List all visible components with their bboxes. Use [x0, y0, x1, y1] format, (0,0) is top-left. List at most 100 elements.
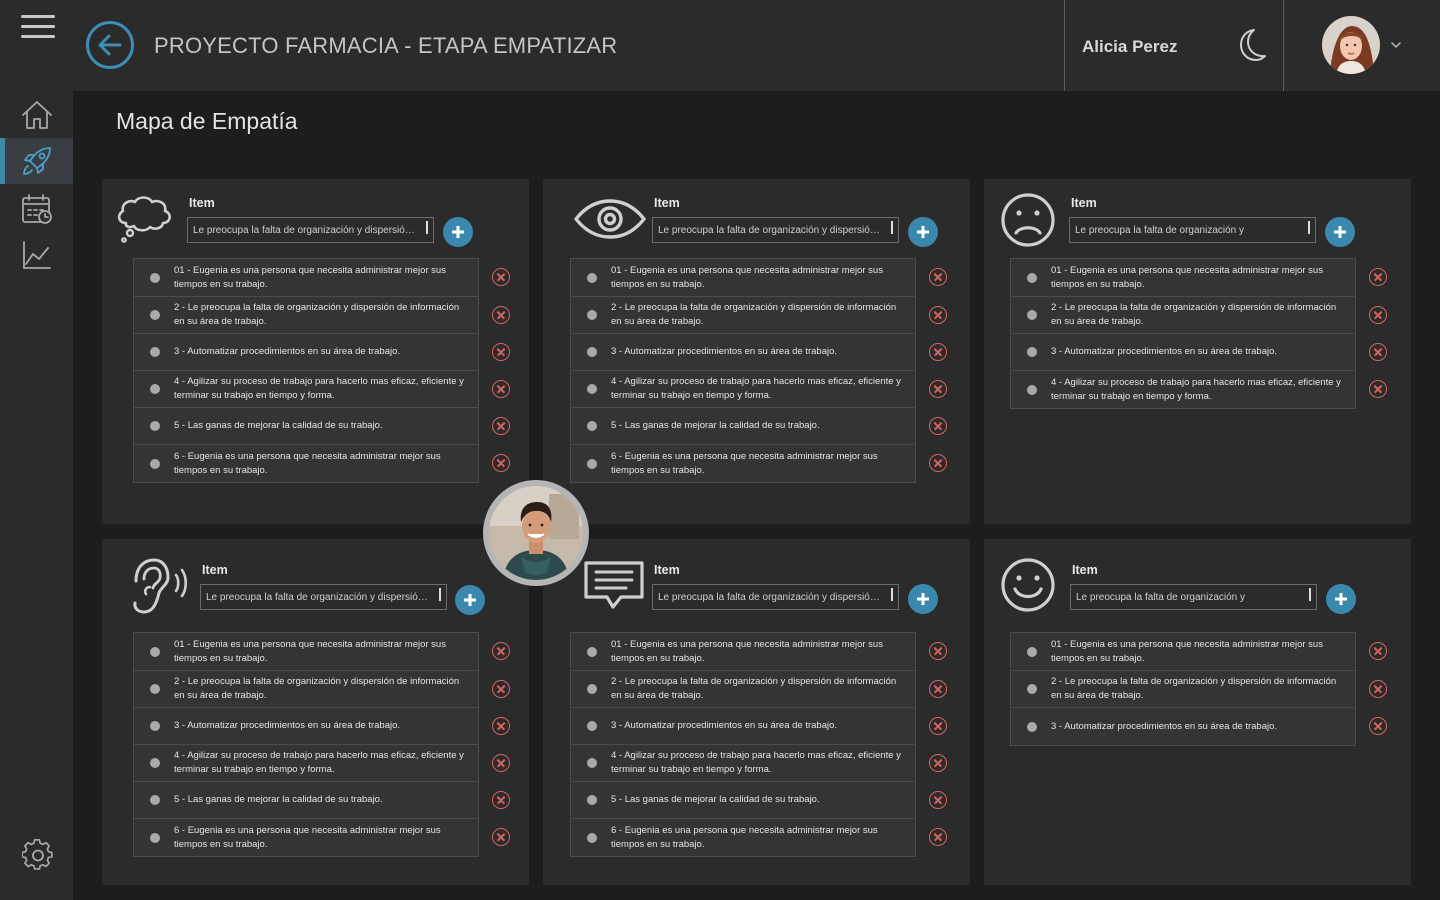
list-item[interactable]: 2 - Le preocupa la falta de organización… — [134, 671, 478, 708]
remove-item-icon[interactable] — [929, 268, 947, 286]
remove-item-icon[interactable] — [492, 680, 510, 698]
gear-icon[interactable] — [21, 838, 54, 871]
add-item-button[interactable] — [443, 217, 473, 247]
remove-item-icon[interactable] — [492, 343, 510, 361]
list-item[interactable]: 2 - Le preocupa la falta de organización… — [134, 297, 478, 334]
list-item[interactable]: 01 - Eugenia es una persona que necesita… — [571, 259, 915, 297]
list-item[interactable]: 01 - Eugenia es una persona que necesita… — [1011, 633, 1355, 671]
add-item-button[interactable] — [1325, 217, 1355, 247]
list-item[interactable]: 01 - Eugenia es una persona que necesita… — [134, 633, 478, 671]
list-item[interactable]: 4 - Agilizar su proceso de trabajo para … — [134, 745, 478, 782]
list-item[interactable]: 6 - Eugenia es una persona que necesita … — [571, 819, 915, 856]
moon-icon[interactable] — [1235, 27, 1269, 63]
sidebar-item-dashboard[interactable] — [0, 186, 73, 232]
add-item-button[interactable] — [455, 585, 485, 615]
list-item-text: 01 - Eugenia es una persona que necesita… — [611, 638, 883, 664]
remove-item-icon[interactable] — [492, 791, 510, 809]
list-item[interactable]: 3 - Automatizar procedimientos en su áre… — [1011, 334, 1355, 371]
list-item[interactable]: 01 - Eugenia es una persona que necesita… — [571, 633, 915, 671]
list-item[interactable]: 01 - Eugenia es una persona que necesita… — [134, 259, 478, 297]
remove-item-icon[interactable] — [929, 642, 947, 660]
remove-item-icon[interactable] — [492, 828, 510, 846]
list-item[interactable]: 4 - Agilizar su proceso de trabajo para … — [571, 371, 915, 408]
list-item[interactable]: 3 - Automatizar procedimientos en su áre… — [134, 334, 478, 371]
bullet-icon — [587, 832, 597, 843]
item-input[interactable]: Le preocupa la falta de organización y d… — [200, 584, 447, 610]
remove-item-icon[interactable] — [1369, 268, 1387, 286]
list-item[interactable]: 6 - Eugenia es una persona que necesita … — [134, 445, 478, 482]
list-item[interactable]: 2 - Le preocupa la falta de organización… — [1011, 297, 1355, 334]
list-item[interactable]: 4 - Agilizar su proceso de trabajo para … — [571, 745, 915, 782]
text-caret — [1309, 588, 1311, 601]
remove-item-icon[interactable] — [1369, 380, 1387, 398]
list-item[interactable]: 4 - Agilizar su proceso de trabajo para … — [1011, 371, 1355, 408]
text-caret — [891, 221, 893, 234]
avatar[interactable] — [1322, 16, 1380, 74]
sidebar-item-home[interactable] — [0, 92, 73, 138]
list-item[interactable]: 4 - Agilizar su proceso de trabajo para … — [134, 371, 478, 408]
add-item-button[interactable] — [1326, 584, 1356, 614]
item-input[interactable]: Le preocupa la falta de organización y — [1070, 584, 1317, 610]
persona-avatar — [483, 480, 589, 586]
remove-item-icon[interactable] — [929, 380, 947, 398]
item-input[interactable]: Le preocupa la falta de organización y d… — [187, 217, 434, 243]
list-item[interactable]: 2 - Le preocupa la falta de organización… — [571, 297, 915, 334]
remove-item-icon[interactable] — [1369, 306, 1387, 324]
text-caret — [439, 588, 441, 601]
section-title: Mapa de Empatía — [116, 108, 298, 134]
remove-item-icon[interactable] — [492, 454, 510, 472]
list-item[interactable]: 2 - Le preocupa la falta de organización… — [571, 671, 915, 708]
remove-item-icon[interactable] — [492, 380, 510, 398]
list-item-text: 01 - Eugenia es una persona que necesita… — [1051, 264, 1323, 290]
add-item-button[interactable] — [908, 584, 938, 614]
list-item[interactable]: 6 - Eugenia es una persona que necesita … — [571, 445, 915, 482]
remove-item-icon[interactable] — [929, 717, 947, 735]
bullet-icon — [1027, 310, 1037, 320]
remove-item-icon[interactable] — [492, 717, 510, 735]
list-item[interactable]: 01 - Eugenia es una persona que necesita… — [1011, 259, 1355, 297]
remove-item-icon[interactable] — [929, 306, 947, 324]
list-item[interactable]: 3 - Automatizar procedimientos en su áre… — [571, 708, 915, 745]
remove-item-icon[interactable] — [1369, 642, 1387, 660]
remove-item-icon[interactable] — [929, 791, 947, 809]
hamburger-menu-icon[interactable] — [21, 15, 55, 41]
remove-item-icon[interactable] — [929, 454, 947, 472]
remove-item-icon[interactable] — [492, 306, 510, 324]
sidebar-item-analytics[interactable] — [0, 232, 73, 278]
remove-item-icon[interactable] — [492, 417, 510, 435]
add-item-button[interactable] — [908, 217, 938, 247]
remove-item-icon[interactable] — [1369, 343, 1387, 361]
remove-item-icon[interactable] — [929, 680, 947, 698]
remove-item-icon[interactable] — [1369, 717, 1387, 735]
item-label: Item — [202, 563, 228, 577]
sidebar-item-projects[interactable] — [0, 138, 73, 184]
remove-item-icon[interactable] — [492, 754, 510, 772]
item-input[interactable]: Le preocupa la falta de organización y d… — [652, 217, 899, 243]
empathy-panel-ganancias: Item Le preocupa la falta de organización… — [984, 539, 1411, 885]
remove-item-icon[interactable] — [929, 343, 947, 361]
bullet-icon — [1027, 684, 1037, 694]
item-label: Item — [189, 196, 215, 210]
list-item[interactable]: 3 - Automatizar procedimientos en su áre… — [134, 708, 478, 745]
chevron-down-icon[interactable] — [1389, 38, 1403, 50]
remove-item-icon[interactable] — [492, 268, 510, 286]
item-input[interactable]: Le preocupa la falta de organización y d… — [652, 584, 899, 610]
list-item[interactable]: 3 - Automatizar procedimientos en su áre… — [571, 334, 915, 371]
list-item-text: 3 - Automatizar procedimientos en su áre… — [611, 720, 838, 731]
list-item[interactable]: 5 - Las ganas de mejorar la calidad de s… — [134, 408, 478, 445]
list-item[interactable]: 3 - Automatizar procedimientos en su áre… — [1011, 708, 1355, 745]
text-caret — [1308, 221, 1310, 234]
remove-item-icon[interactable] — [929, 754, 947, 772]
list-item[interactable]: 5 - Las ganas de mejorar la calidad de s… — [134, 782, 478, 819]
item-input[interactable]: Le preocupa la falta de organización y — [1069, 217, 1316, 243]
remove-item-icon[interactable] — [492, 642, 510, 660]
remove-item-icon[interactable] — [929, 417, 947, 435]
list-item[interactable]: 5 - Las ganas de mejorar la calidad de s… — [571, 408, 915, 445]
list-item[interactable]: 5 - Las ganas de mejorar la calidad de s… — [571, 782, 915, 819]
list-item-text: 5 - Las ganas de mejorar la calidad de s… — [174, 794, 383, 805]
remove-item-icon[interactable] — [1369, 680, 1387, 698]
remove-item-icon[interactable] — [929, 828, 947, 846]
back-button[interactable] — [86, 21, 134, 69]
list-item[interactable]: 6 - Eugenia es una persona que necesita … — [134, 819, 478, 856]
list-item[interactable]: 2 - Le preocupa la falta de organización… — [1011, 671, 1355, 708]
